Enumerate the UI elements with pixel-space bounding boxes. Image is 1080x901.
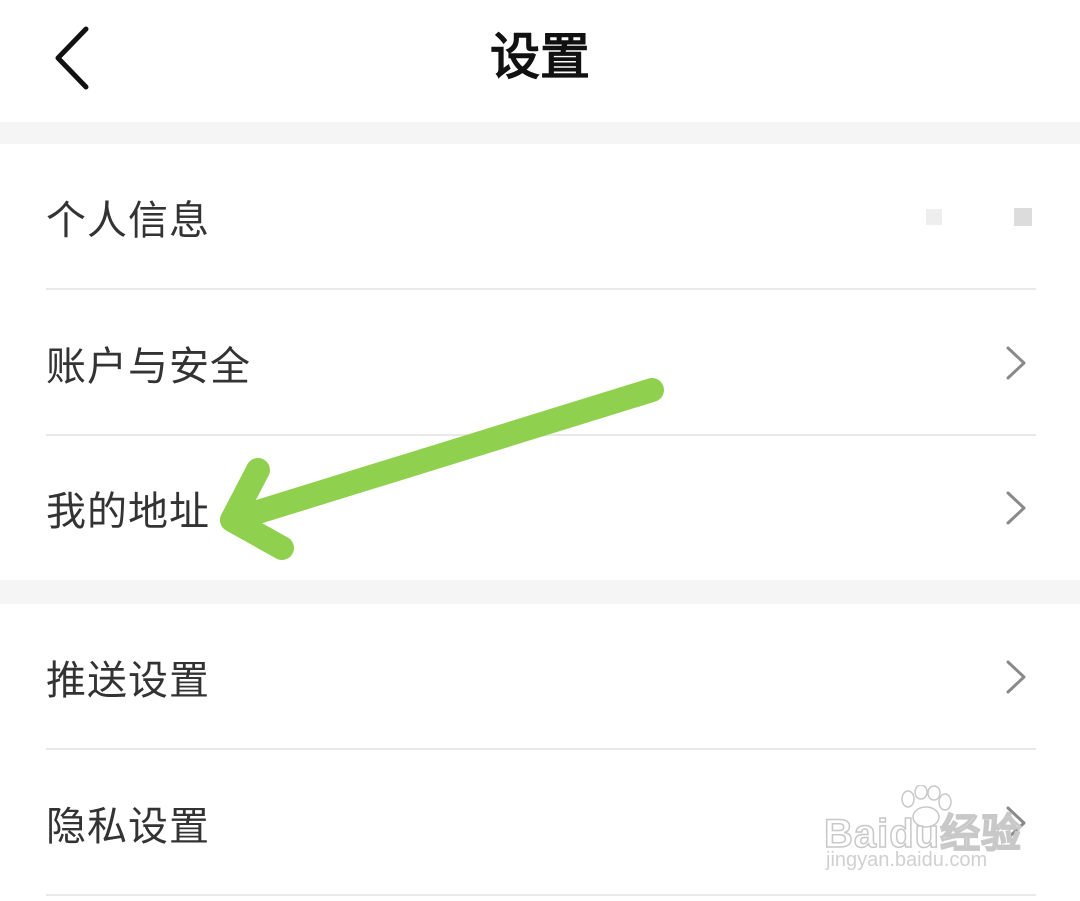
menu-item-my-address[interactable]: 我的地址 (0, 436, 1080, 580)
menu-item-privacy-settings[interactable]: 隐私设置 (0, 750, 1080, 896)
menu-item-label: 推送设置 (46, 658, 210, 704)
chevron-right-icon (1006, 806, 1026, 840)
menu-item-label: 我的地址 (46, 489, 210, 535)
page-title: 设置 (490, 28, 590, 86)
top-bar: 设置 (0, 0, 1080, 122)
chevron-right-icon (1006, 346, 1026, 380)
divider (46, 894, 1036, 896)
placeholder-value (922, 207, 1032, 227)
settings-group-account: 个人信息 账户与安全 我的地址 (0, 144, 1080, 580)
chevron-right-icon (1006, 491, 1026, 525)
settings-page: 设置 个人信息 账户与安全 我的地址 推送设置 隐私设置 Baidu经验 jin… (0, 0, 1080, 901)
menu-item-label: 隐私设置 (46, 804, 210, 850)
menu-item-label: 账户与安全 (46, 344, 251, 390)
settings-group-preferences: 推送设置 隐私设置 (0, 604, 1080, 901)
menu-item-personal-info[interactable]: 个人信息 (0, 144, 1080, 290)
menu-item-label: 个人信息 (46, 198, 210, 244)
chevron-right-icon (1006, 660, 1026, 694)
menu-item-push-settings[interactable]: 推送设置 (0, 604, 1080, 750)
menu-item-account-security[interactable]: 账户与安全 (0, 290, 1080, 436)
